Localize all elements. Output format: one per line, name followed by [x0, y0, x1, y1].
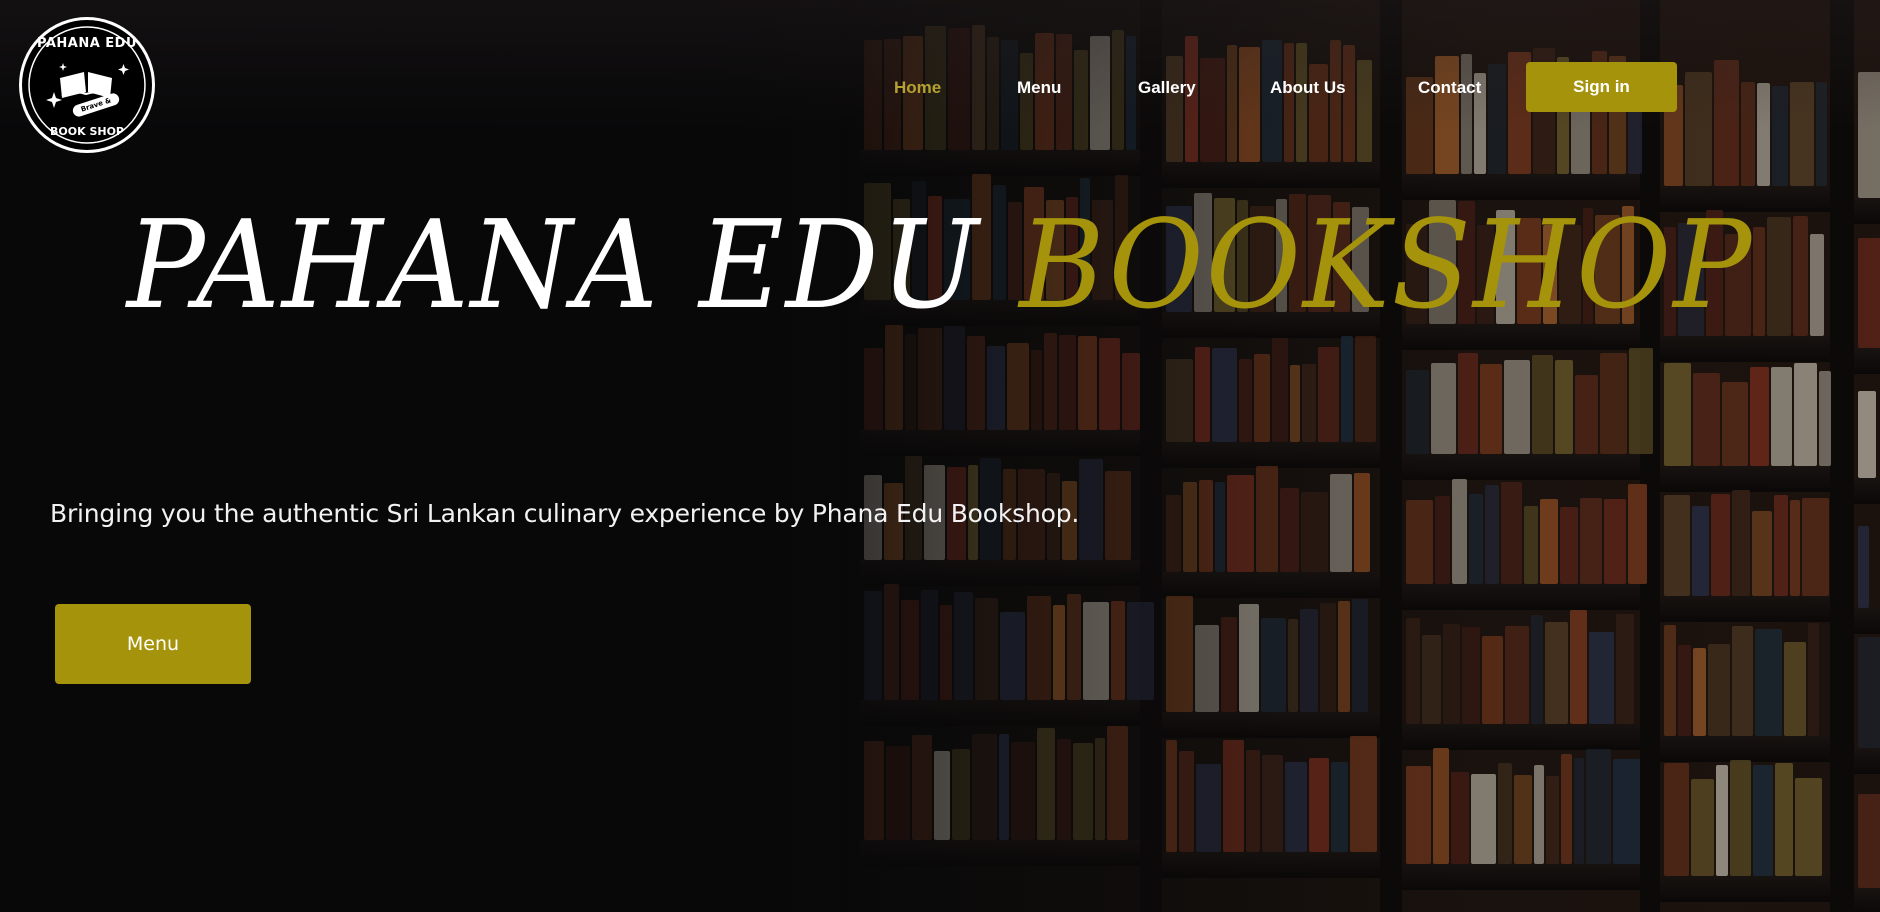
- nav-menu[interactable]: Menu: [1017, 78, 1061, 98]
- brand-logo[interactable]: PAHANA EDU Brave & Great BOOK SHOP: [19, 17, 155, 153]
- menu-button[interactable]: Menu: [55, 604, 251, 684]
- nav-contact[interactable]: Contact: [1418, 78, 1481, 98]
- hero-tagline: Bringing you the authentic Sri Lankan cu…: [50, 499, 1080, 528]
- sign-in-button[interactable]: Sign in: [1526, 62, 1677, 112]
- nav-home[interactable]: Home: [894, 78, 941, 98]
- hero-title-part2: BOOKSHOP: [1019, 194, 1754, 337]
- logo-bottom-text: BOOK SHOP: [50, 125, 124, 138]
- nav-gallery[interactable]: Gallery: [1138, 78, 1196, 98]
- hero-title-part1: PAHANA EDU: [126, 194, 981, 337]
- nav-about-us[interactable]: About Us: [1270, 78, 1346, 98]
- hero-title: PAHANA EDU BOOKSHOP: [0, 195, 1880, 337]
- logo-top-text: PAHANA EDU: [36, 36, 138, 51]
- background-image: [0, 0, 1880, 912]
